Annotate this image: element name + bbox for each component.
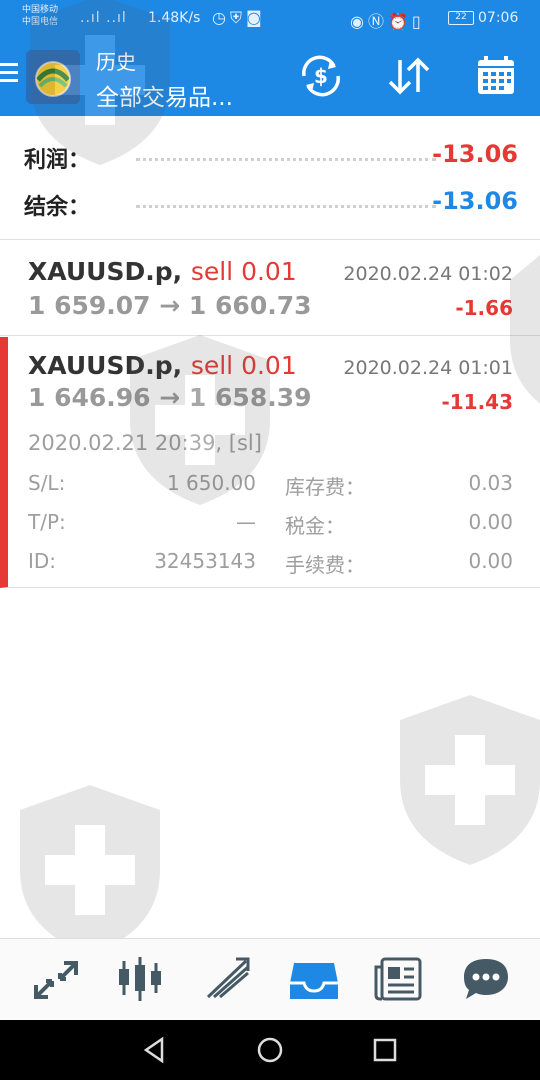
- trade-row[interactable]: XAUUSD.p, sell 0.01 2020.02.24 01:02 1 6…: [0, 241, 540, 336]
- carrier-info: 中国移动 中国电信: [22, 4, 58, 28]
- sl-label: S/L:: [28, 471, 66, 495]
- trade-close-time: 2020.02.24 01:01: [343, 357, 513, 379]
- battery-icon: 22: [448, 11, 474, 25]
- tax-label: 税金：: [285, 514, 345, 538]
- sl-value: 1 650.00: [166, 471, 256, 495]
- summary-panel: 利润： -13.06 结余： -13.06: [0, 116, 540, 240]
- clock: 07:06: [478, 10, 519, 26]
- status-bar: 中国移动 中国电信 ..ıl ..ıl 1.48K/s ◷⛨◙ ◉Ⓝ⏰▯ 22 …: [0, 0, 540, 36]
- shield-watermark-icon: [10, 780, 170, 964]
- commission-label: 手续费：: [285, 553, 365, 577]
- carrier-1: 中国移动: [22, 5, 59, 15]
- symbol-name: XAUUSD.p,: [28, 257, 183, 286]
- back-icon[interactable]: [140, 1035, 170, 1065]
- trade-row-expanded[interactable]: XAUUSD.p, sell 0.01 2020.02.24 01:01 1 6…: [0, 337, 540, 588]
- symbol-filter[interactable]: 全部交易品...: [96, 78, 233, 112]
- symbol-name: XAUUSD.p,: [28, 351, 183, 380]
- news-icon[interactable]: [370, 953, 430, 1007]
- trade-open-time: 2020.02.21 20:39, [sl]: [28, 431, 262, 455]
- trade-icon[interactable]: [200, 953, 260, 1007]
- id-value: 32453143: [154, 549, 256, 573]
- profit-value: -13.06: [432, 140, 518, 168]
- balance-label: 结余：: [24, 195, 91, 220]
- tax-value: 0.00: [468, 510, 513, 534]
- shield-watermark-icon: [390, 690, 540, 874]
- svg-text:$: $: [314, 64, 328, 88]
- tp-value: —: [236, 510, 256, 534]
- trade-close-time: 2020.02.24 01:02: [343, 263, 513, 285]
- quotes-icon[interactable]: [26, 953, 86, 1007]
- swap-label: 库存费：: [285, 475, 365, 499]
- trade-profit: -1.66: [455, 296, 513, 320]
- sort-arrows-icon[interactable]: [384, 54, 434, 98]
- trade-prices: 1 659.07 → 1 660.73: [28, 291, 312, 320]
- trade-profit: -11.43: [441, 390, 513, 414]
- bottom-navigation: [0, 938, 540, 1020]
- signal-icon: ..ıl ..ıl: [80, 10, 127, 26]
- dotted-leader: [136, 158, 436, 161]
- dotted-leader: [136, 205, 436, 208]
- trade-side: sell 0.01: [190, 351, 297, 380]
- profit-label: 利润：: [24, 148, 91, 173]
- metatrader-logo: [26, 50, 80, 104]
- system-icons: ◉Ⓝ⏰▯: [350, 12, 425, 31]
- recents-icon[interactable]: [370, 1035, 400, 1065]
- trade-symbol: XAUUSD.p, sell 0.01: [28, 351, 297, 380]
- trade-side: sell 0.01: [190, 257, 297, 286]
- home-icon[interactable]: [255, 1035, 285, 1065]
- balance-value: -13.06: [432, 187, 518, 215]
- system-navigation-bar: [0, 1020, 540, 1080]
- chart-candles-icon[interactable]: [112, 953, 172, 1007]
- calendar-icon[interactable]: [472, 54, 522, 98]
- id-label: ID:: [28, 549, 57, 573]
- carrier-2: 中国电信: [22, 17, 59, 27]
- trade-prices: 1 646.96 → 1 658.39: [28, 383, 312, 412]
- hamburger-icon[interactable]: [0, 63, 18, 85]
- swap-value: 0.03: [468, 471, 513, 495]
- notification-icons: ◷⛨◙: [212, 8, 266, 27]
- commission-value: 0.00: [468, 549, 513, 573]
- balance-row: 结余： -13.06: [24, 183, 518, 223]
- tp-label: T/P:: [28, 510, 66, 534]
- history-inbox-icon[interactable]: [284, 953, 344, 1007]
- network-speed: 1.48K/s: [148, 10, 201, 26]
- profit-row: 利润： -13.06: [24, 136, 518, 176]
- page-title: 历史: [96, 50, 136, 74]
- dollar-exchange-icon[interactable]: $: [296, 54, 346, 98]
- chat-icon[interactable]: [456, 953, 516, 1007]
- trade-symbol: XAUUSD.p, sell 0.01: [28, 257, 297, 286]
- app-bar: 历史 全部交易品... $: [0, 36, 540, 116]
